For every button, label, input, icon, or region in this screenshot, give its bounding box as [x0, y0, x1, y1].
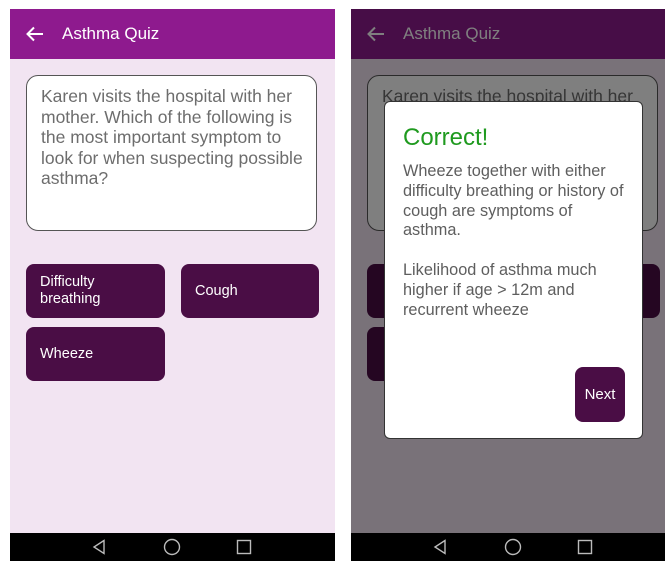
answer-label: Difficulty breathing [40, 274, 101, 307]
app-title: Asthma Quiz [62, 24, 160, 43]
next-label: Next [584, 386, 616, 403]
app-bar: Asthma Quiz [10, 9, 335, 59]
nav-home-icon[interactable] [163, 537, 181, 557]
answer-button-cough[interactable]: Cough [181, 264, 319, 318]
nav-home-icon[interactable] [504, 537, 522, 557]
nav-back-icon[interactable] [433, 537, 447, 557]
next-button[interactable]: Next [575, 367, 625, 422]
system-nav-bar [351, 533, 665, 561]
answer-button-difficulty-breathing[interactable]: Difficulty breathing [26, 264, 165, 318]
feedback-title: Correct! [403, 124, 489, 151]
feedback-dialog: Correct! Wheeze together with either dif… [384, 101, 643, 439]
quiz-content: Karen visits the hospital with her mothe… [10, 59, 335, 533]
answer-label: Wheeze [40, 345, 94, 362]
nav-back-icon[interactable] [92, 537, 106, 557]
system-nav-bar [10, 533, 335, 561]
question-box: Karen visits the hospital with her mothe… [26, 75, 317, 231]
nav-recent-icon[interactable] [577, 537, 593, 557]
quiz-screen: Asthma Quiz Karen visits the hospital wi… [10, 9, 335, 561]
back-arrow-icon[interactable] [10, 9, 62, 59]
feedback-body: Wheeze together with either difficulty b… [403, 162, 624, 319]
answer-label: Cough [195, 282, 238, 299]
question-text: Karen visits the hospital with her mothe… [41, 86, 303, 188]
nav-recent-icon[interactable] [236, 537, 252, 557]
answer-button-wheeze[interactable]: Wheeze [26, 327, 165, 381]
feedback-screen: Asthma Quiz Karen visits the hospital wi… [351, 9, 665, 561]
